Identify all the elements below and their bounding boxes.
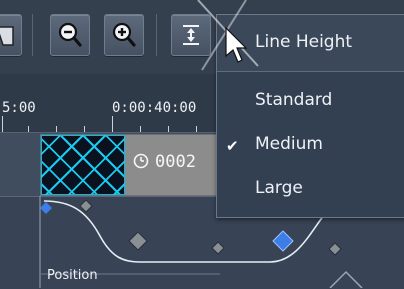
timeline-ruler[interactable]: 5:00 0:00:40:00	[0, 74, 220, 133]
clip-thumbnail	[41, 135, 125, 195]
toolbar-separator	[32, 14, 33, 56]
keyframe-marker-selected[interactable]	[272, 230, 294, 252]
menu-item-label: Standard	[255, 90, 333, 110]
keyframe-marker[interactable]	[128, 231, 148, 251]
zoom-out-icon	[58, 22, 82, 47]
checkmark-icon: ✔	[226, 137, 239, 155]
clip-time-text: 0002	[155, 152, 196, 172]
keyframe-marker[interactable]	[79, 199, 93, 213]
zoom-out-button[interactable]	[50, 14, 90, 56]
menu-item-large[interactable]: Large	[217, 169, 404, 209]
keyframe-marker[interactable]	[40, 202, 52, 214]
keyframe-marker[interactable]	[211, 241, 225, 255]
ruler-tick	[112, 116, 113, 132]
clock-icon	[133, 153, 149, 169]
menu-item-label: Large	[255, 178, 303, 198]
clip-button[interactable]	[0, 14, 22, 56]
menu-item-label: Medium	[255, 134, 323, 154]
menu-item-medium[interactable]: ✔ Medium	[217, 125, 404, 165]
mouse-cursor	[197, 0, 259, 71]
video-clip[interactable]: 0002	[40, 134, 222, 196]
lane-handle[interactable]	[329, 270, 363, 288]
menu-item-standard[interactable]: Standard	[217, 81, 404, 121]
clip-icon	[0, 26, 14, 46]
cursor-arrow-icon	[225, 26, 248, 63]
ruler-tick	[2, 116, 3, 132]
zoom-in-button[interactable]	[104, 14, 144, 56]
lane-label: Position	[47, 268, 98, 283]
zoom-in-icon	[112, 22, 136, 47]
toolbar-separator	[156, 14, 157, 56]
ruler-label: 5:00	[2, 100, 36, 116]
keyframe-marker[interactable]	[328, 242, 342, 256]
ruler-label: 0:00:40:00	[112, 100, 197, 116]
clip-duration: 0002	[133, 152, 196, 172]
